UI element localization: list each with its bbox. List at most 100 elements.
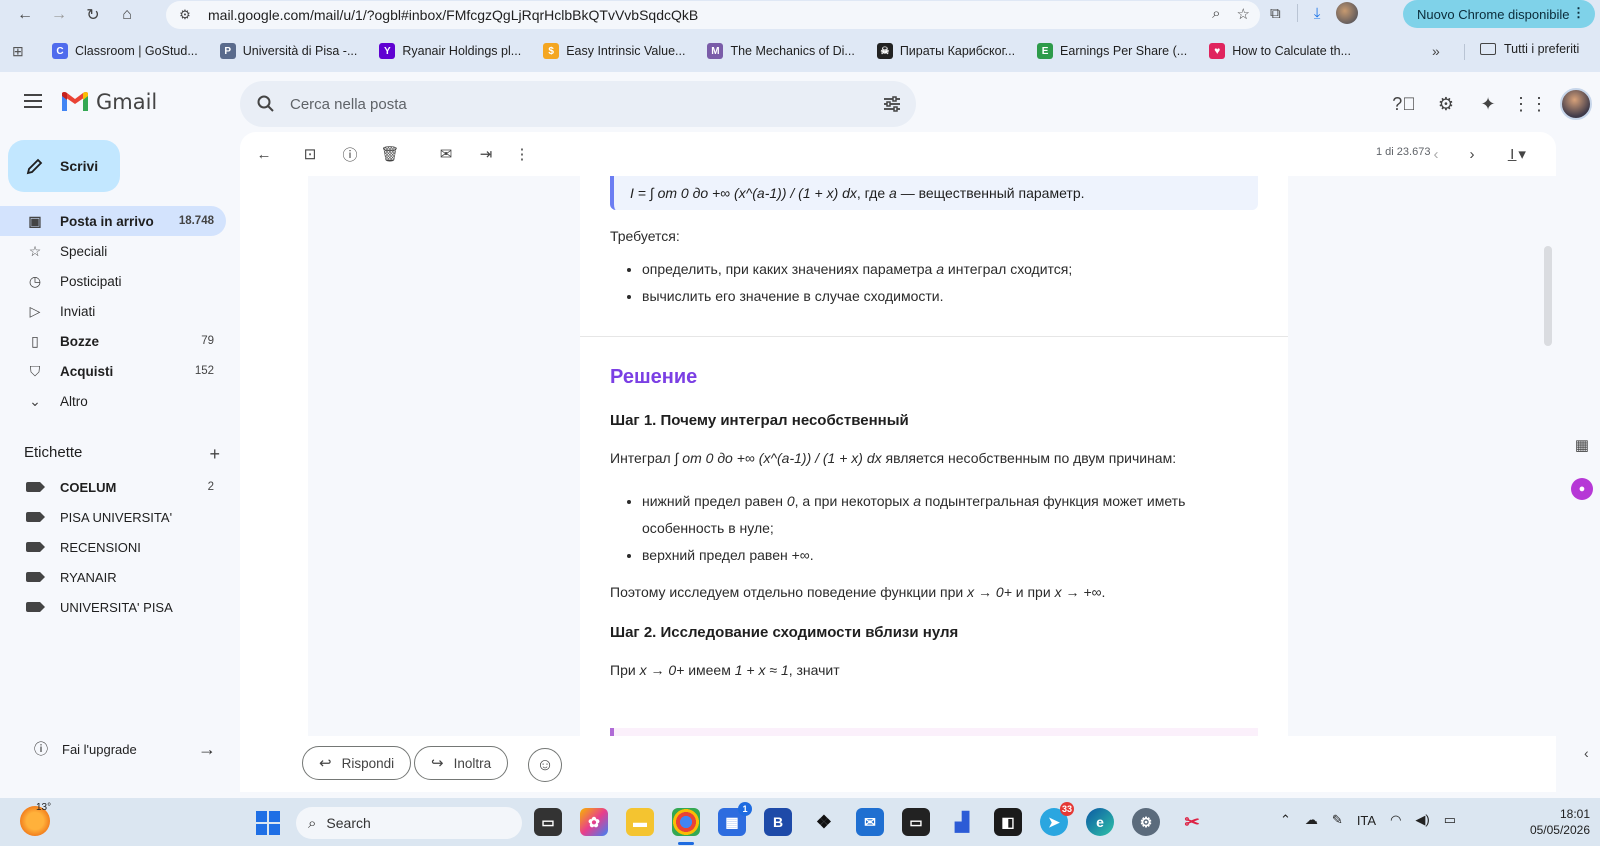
emoji-reaction-button[interactable]: ☺ <box>528 748 562 782</box>
back-to-inbox-icon[interactable]: ← <box>254 144 274 164</box>
task-view-icon[interactable]: ▭ <box>534 808 562 836</box>
search-options-icon[interactable] <box>882 94 902 114</box>
delete-icon[interactable]: 🗑︎ <box>380 144 400 164</box>
file-explorer-icon[interactable]: ▬ <box>626 808 654 836</box>
bookmark-item[interactable]: ♥ How to Calculate th... <box>1209 43 1351 59</box>
bookmark-item[interactable]: C Classroom | GoStud... <box>52 43 198 59</box>
zoom-icon[interactable]: ⌕ <box>1212 5 1220 23</box>
label-item[interactable]: RYANAIR <box>0 562 226 592</box>
scrollbar[interactable] <box>1544 246 1552 346</box>
taskbar-search[interactable]: ⌕ Search <box>296 807 522 839</box>
terminal-icon[interactable]: ▭ <box>902 808 930 836</box>
stats-app-icon[interactable]: ▟ <box>948 808 976 836</box>
nav-icon: ▣ <box>28 212 42 229</box>
email-document: I = ∫ от 0 до +∞ (x^(a-1)) / (1 + x) dx … <box>580 176 1288 740</box>
gemini-sparkle-icon[interactable]: ✦ <box>1476 92 1500 116</box>
reload-icon[interactable]: ↻ <box>80 2 106 28</box>
reply-button[interactable]: ↩ Rispondi <box>302 746 412 780</box>
input-tools-icon[interactable]: I̲ ▾ <box>1502 144 1534 164</box>
download-icon[interactable]: ⤓ <box>1314 5 1321 22</box>
volume-icon[interactable]: ◀) <box>1415 812 1429 828</box>
email-margin-right <box>1288 176 1556 736</box>
bookmark-item[interactable]: E Earnings Per Share (... <box>1037 43 1187 59</box>
search-input[interactable]: Cerca nella posta <box>290 96 407 113</box>
copilot-icon[interactable]: ✿ <box>580 808 608 836</box>
help-icon[interactable]: ?⃝ <box>1392 92 1416 116</box>
back-icon[interactable]: ← <box>12 2 38 28</box>
bookmark-item[interactable]: Y Ryanair Holdings pl... <box>379 43 521 59</box>
nav-label: Acquisti <box>60 363 114 379</box>
chrome-menu-icon[interactable]: ⋮ <box>1572 5 1585 21</box>
edge-icon[interactable]: e <box>1086 808 1114 836</box>
compose-button[interactable]: Scrivi <box>8 140 120 192</box>
archive-icon[interactable]: ⊡ <box>300 144 320 164</box>
more-bookmarks-icon[interactable]: » <box>1432 43 1440 59</box>
chrome-taskbar-icon[interactable] <box>672 808 700 836</box>
bookmark-star-icon[interactable]: ☆ <box>1237 5 1250 23</box>
nav-item-posticipati[interactable]: ◷ Posticipati <box>0 266 226 296</box>
label-item[interactable]: COELUM 2 <box>0 472 226 502</box>
nav-label: Bozze <box>60 333 100 349</box>
site-info-icon[interactable]: ⚙ <box>176 6 194 24</box>
settings-gear-icon[interactable]: ⚙ <box>1434 92 1458 116</box>
apps-grid-icon[interactable]: ⊞ <box>12 43 30 60</box>
show-hidden-icons[interactable]: ⌃ <box>1280 812 1291 828</box>
report-spam-icon[interactable]: ⓘ <box>340 144 360 164</box>
nav-item-acquisti[interactable]: ⛉ Acquisti 152 <box>0 356 226 386</box>
address-bar[interactable]: ⚙ mail.google.com/mail/u/1/?ogbl#inbox/F… <box>166 1 1260 29</box>
telegram-icon[interactable]: ➤ 33 <box>1040 802 1074 836</box>
nav-item-posta-in-arrivo[interactable]: ▣ Posta in arrivo 18.748 <box>0 206 226 236</box>
bookmark-item[interactable]: M The Mechanics of Di... <box>707 43 855 59</box>
chrome-update-button[interactable]: Nuovo Chrome disponibile ⋮ <box>1403 0 1595 28</box>
pen-icon[interactable]: ✎ <box>1332 812 1343 828</box>
forward-button[interactable]: ↪ Inoltra <box>414 746 509 780</box>
home-icon[interactable]: ⌂ <box>114 2 140 28</box>
search-bar[interactable]: Cerca nella posta <box>240 81 916 127</box>
dropbox-icon[interactable]: ❖ <box>810 808 838 836</box>
bookmark-item[interactable]: ☠ Пираты Карибског... <box>876 43 1015 59</box>
forward-icon[interactable]: → <box>46 2 72 28</box>
addon-app-icon[interactable]: ● <box>1571 478 1593 500</box>
outlook-icon[interactable]: ✉ <box>856 808 884 836</box>
bookmark-item[interactable]: P Università di Pisa -... <box>219 43 357 59</box>
add-label-icon[interactable]: + <box>209 444 220 465</box>
b-app-icon[interactable]: B <box>764 808 792 836</box>
nav-item-inviati[interactable]: ▷ Inviati <box>0 296 226 326</box>
label-item[interactable]: UNIVERSITA' PISA <box>0 592 226 622</box>
move-to-icon[interactable]: ⇥ <box>476 144 496 164</box>
onedrive-icon[interactable]: ☁ <box>1305 812 1318 828</box>
chrome-profile-avatar[interactable] <box>1336 2 1359 24</box>
taskbar-clock[interactable]: 18:01 05/05/2026 <box>1522 806 1590 838</box>
older-icon[interactable]: › <box>1462 144 1482 164</box>
search-icon[interactable] <box>256 94 276 114</box>
url-text[interactable]: mail.google.com/mail/u/1/?ogbl#inbox/FMf… <box>208 7 698 23</box>
upgrade-link[interactable]: ⓘ Fai l'upgrade → <box>20 734 220 764</box>
newer-icon[interactable]: ‹ <box>1426 144 1446 164</box>
extensions-icon[interactable]: ⧉ <box>1270 5 1281 22</box>
all-bookmarks-folder[interactable]: Tutti i preferiti <box>1480 42 1579 56</box>
mark-unread-icon[interactable]: ✉ <box>436 144 456 164</box>
show-side-panel-icon[interactable]: ‹ <box>1584 745 1589 761</box>
settings-app-icon[interactable]: ⚙ <box>1132 808 1160 836</box>
label-item[interactable]: RECENSIONI <box>0 532 226 562</box>
nav-icon: ▷ <box>29 302 41 319</box>
nav-item-speciali[interactable]: ☆ Speciali <box>0 236 226 266</box>
store-icon[interactable]: ▦ 1 <box>718 802 752 836</box>
gmail-logo[interactable]: Gmail <box>60 90 157 114</box>
battery-icon[interactable]: ▭ <box>1444 812 1456 828</box>
windows-start-icon[interactable] <box>256 811 280 835</box>
more-actions-icon[interactable]: ⋮ <box>512 144 532 164</box>
step1-intro-text: Интеграл <box>610 450 675 466</box>
google-apps-icon[interactable]: ⋮⋮ <box>1512 92 1548 116</box>
account-avatar[interactable] <box>1560 88 1592 120</box>
notion-like-icon[interactable]: ◧ <box>994 808 1022 836</box>
snipping-tool-icon[interactable]: ✂ <box>1178 808 1206 836</box>
nav-item-altro[interactable]: ⌄ Altro <box>0 386 226 416</box>
nav-item-bozze[interactable]: ▯ Bozze 79 <box>0 326 226 356</box>
label-item[interactable]: PISA UNIVERSITA' <box>0 502 226 532</box>
bookmark-item[interactable]: $ Easy Intrinsic Value... <box>543 43 685 59</box>
language-indicator[interactable]: ITA <box>1357 813 1376 828</box>
calendar-addon-icon[interactable]: ▦ <box>1571 434 1593 456</box>
main-menu-icon[interactable] <box>24 94 42 108</box>
wifi-icon[interactable]: ◠ <box>1390 812 1401 828</box>
